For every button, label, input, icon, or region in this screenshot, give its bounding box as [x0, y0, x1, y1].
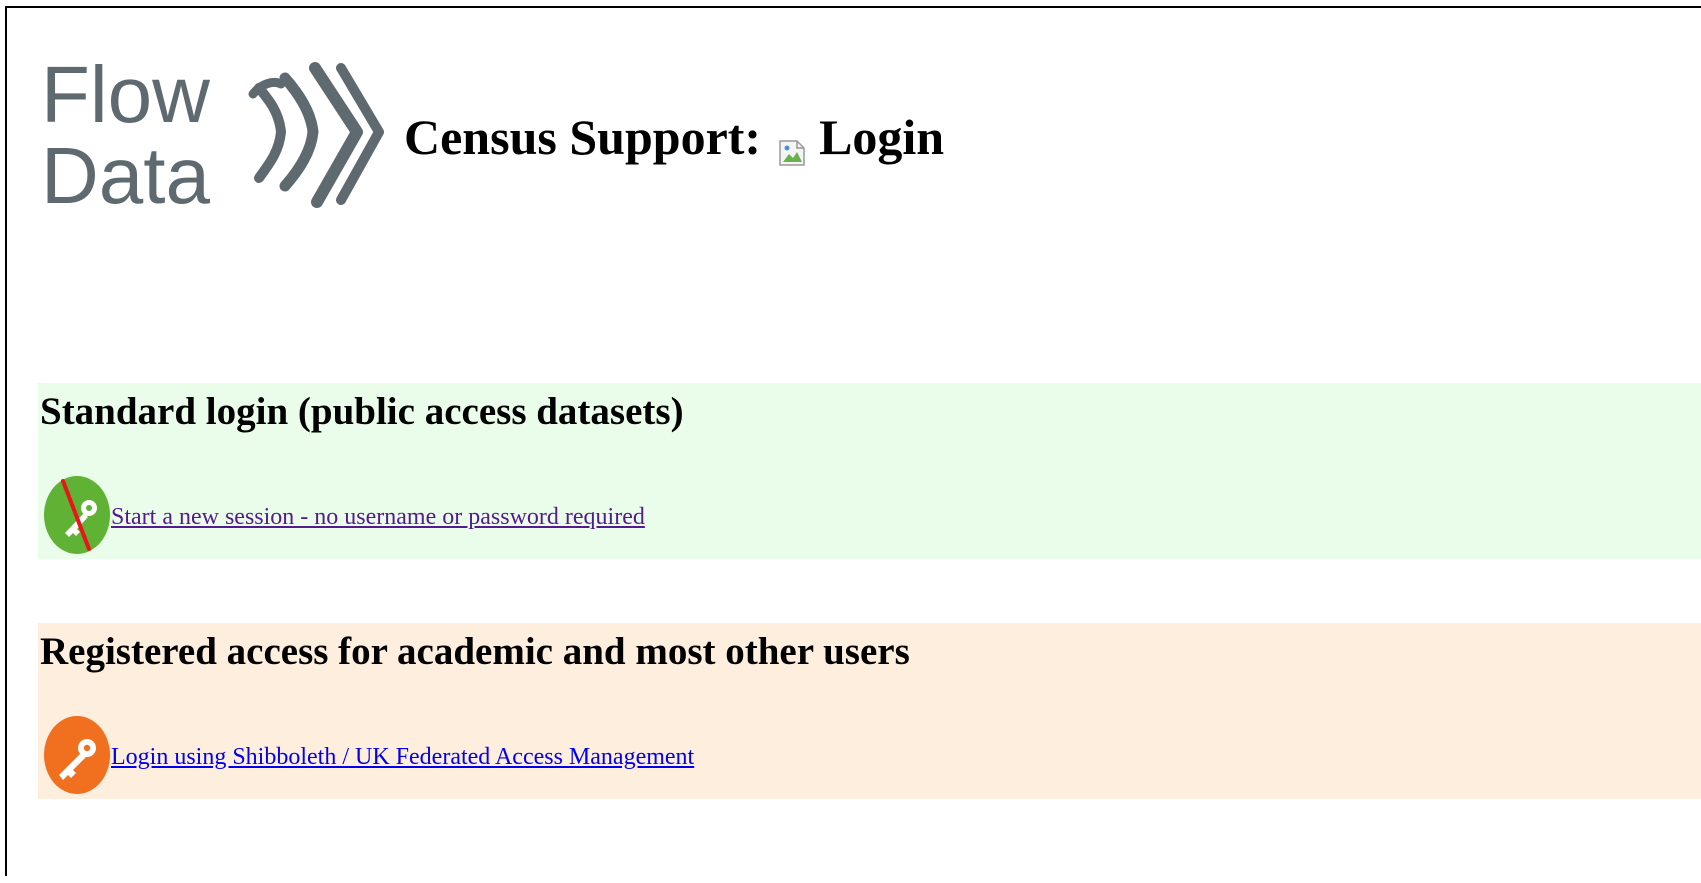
registered-access-heading: Registered access for academic and most …: [40, 630, 910, 673]
registered-access-row: Login using Shibboleth / UK Federated Ac…: [43, 715, 694, 795]
title-prefix: Census Support:: [404, 109, 762, 165]
flowdata-logo: Flow Data: [41, 60, 386, 210]
page-title: Census Support: Login: [404, 108, 944, 166]
standard-login-row: Start a new session - no username or pas…: [43, 475, 645, 555]
registered-access-section: Registered access for academic and most …: [38, 623, 1701, 799]
title-suffix: Login: [819, 109, 945, 165]
shibboleth-login-link[interactable]: Login using Shibboleth / UK Federated Ac…: [111, 744, 694, 771]
page-header: Flow Data Census Support: Login: [41, 60, 944, 210]
page-frame: Flow Data Census Support: Login Standard…: [5, 6, 1701, 876]
logo-line2: Data: [41, 131, 210, 210]
start-session-link[interactable]: Start a new session - no username or pas…: [111, 504, 645, 531]
key-crossed-icon: [43, 475, 111, 555]
standard-login-section: Standard login (public access datasets) …: [38, 383, 1701, 559]
standard-login-heading: Standard login (public access datasets): [40, 390, 684, 433]
key-icon: [43, 715, 111, 795]
broken-image-icon: [777, 122, 807, 166]
logo-line1: Flow: [41, 60, 210, 139]
